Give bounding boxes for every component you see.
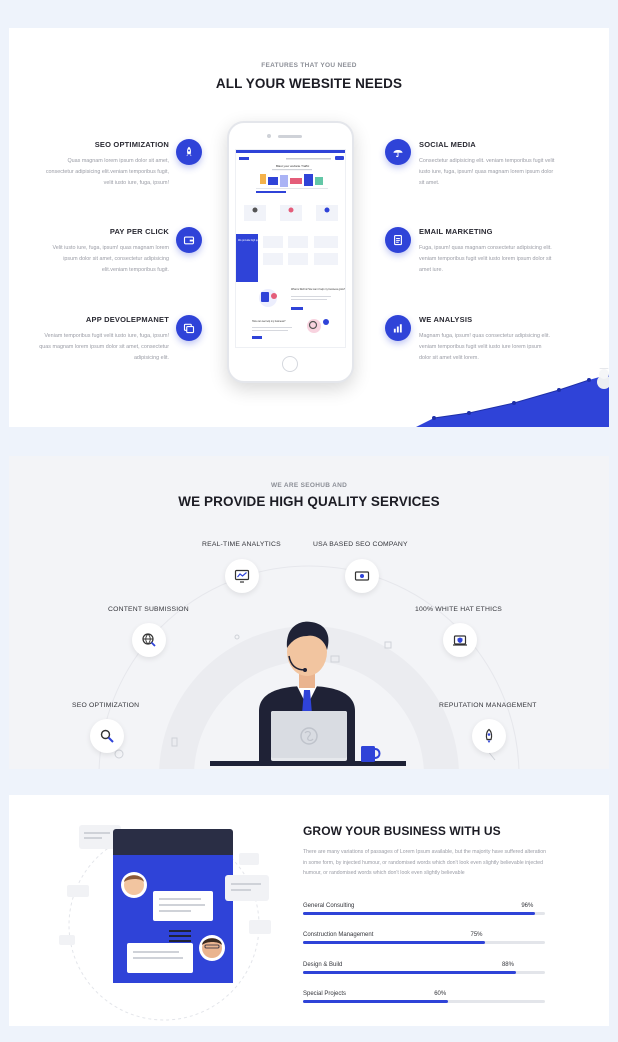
feature-desc: Magnam fuga, ipsum! quas consectetur adi… bbox=[419, 333, 550, 361]
globe-search-icon[interactable] bbox=[132, 623, 166, 657]
rocket-icon bbox=[597, 368, 609, 389]
preview-seo-title: How can we help my business? bbox=[252, 320, 286, 323]
progress-track bbox=[303, 941, 545, 944]
progress-value: 96% bbox=[521, 903, 534, 909]
phone-home-button bbox=[282, 356, 298, 372]
progress-label: General Consulting bbox=[303, 903, 355, 909]
progress-label: Construction Management bbox=[303, 932, 374, 938]
features-section: FEATURES THAT YOU NEED ALL YOUR WEBSITE … bbox=[9, 28, 609, 427]
feature-pay-per-click: PAY PER CLICK Velit iusto iure, fuga, ip… bbox=[9, 227, 169, 275]
progress-value: 88% bbox=[501, 962, 514, 968]
service-label: CONTENT SUBMISSION bbox=[108, 606, 189, 613]
progress-fill bbox=[303, 941, 485, 944]
progress-value: 75% bbox=[470, 932, 483, 938]
feature-email-marketing: EMAIL MARKETING Fuga, ipsum! quas magnam… bbox=[419, 227, 579, 275]
shield-laptop-icon[interactable] bbox=[443, 623, 477, 657]
progress-fill bbox=[303, 912, 536, 915]
progress-value: 60% bbox=[434, 991, 447, 997]
progress-item: General Consulting 96% bbox=[303, 903, 545, 915]
service-label: REPUTATION MANAGEMENT bbox=[439, 702, 537, 709]
feature-desc: Veniam temporibus fugit velit iusto iure… bbox=[39, 333, 169, 361]
feature-desc: Quas magnam lorem ipsum dolor sit amet, … bbox=[45, 158, 169, 186]
wallet-icon bbox=[176, 227, 202, 253]
feature-desc: Fuga, ipsum! quas magnam consectetur adi… bbox=[419, 245, 552, 273]
feature-title: APP DEVOLEPMANET bbox=[85, 315, 169, 324]
money-icon[interactable] bbox=[345, 559, 379, 593]
service-label: SEO OPTIMIZATION bbox=[72, 702, 140, 709]
feature-we-analysis: WE ANALYSIS Magnam fuga, ipsum! quas con… bbox=[419, 315, 579, 363]
app-window-icon bbox=[176, 315, 202, 341]
progress-track bbox=[303, 912, 545, 915]
chat-illustration bbox=[59, 825, 271, 1021]
feature-title: SOCIAL MEDIA bbox=[419, 140, 476, 149]
document-icon bbox=[385, 227, 411, 253]
phone-screen: Blast your website Traffic We provide hi… bbox=[235, 149, 346, 348]
magnifier-icon[interactable] bbox=[90, 719, 124, 753]
bar-chart-icon bbox=[385, 315, 411, 341]
progress-track bbox=[303, 1000, 545, 1003]
progress-fill bbox=[303, 1000, 449, 1003]
features-eyebrow: FEATURES THAT YOU NEED bbox=[261, 62, 357, 69]
rocket-icon[interactable] bbox=[472, 719, 506, 753]
services-section: WE ARE SEOHUB AND WE PROVIDE HIGH QUALIT… bbox=[9, 456, 609, 769]
website-preview: Blast your website Traffic We provide hi… bbox=[236, 150, 346, 339]
progress-item: Special Projects 60% bbox=[303, 991, 545, 1003]
feature-desc: Consectetur adipisicing elit. veniam tem… bbox=[419, 158, 555, 186]
preview-analysis-title: What is SEO & How can it help my busines… bbox=[291, 288, 346, 291]
features-heading: ALL YOUR WEBSITE NEEDS bbox=[215, 76, 403, 91]
phone-mockup: Blast your website Traffic We provide hi… bbox=[227, 121, 354, 383]
grow-title: GROW YOUR BUSINESS WITH US bbox=[303, 824, 501, 838]
progress-item: Design & Build 88% bbox=[303, 962, 545, 974]
progress-item: Construction Management 75% bbox=[303, 932, 545, 944]
phone-speaker bbox=[278, 135, 302, 138]
phone-camera bbox=[267, 134, 271, 138]
feature-desc: Velit iusto iure, fuga, ipsum! quas magn… bbox=[52, 245, 169, 273]
service-label: USA BASED SEO COMPANY bbox=[313, 541, 408, 548]
feature-seo-optimization: SEO OPTIMIZATION Quas magnam lorem ipsum… bbox=[9, 140, 169, 188]
grow-text: There are many variations of passages of… bbox=[303, 849, 546, 876]
service-label: REAL-TIME ANALYTICS bbox=[202, 541, 281, 548]
rocket-icon bbox=[176, 139, 202, 165]
growth-mountain-illustration bbox=[416, 368, 609, 427]
feature-social-media: SOCIAL MEDIA Consectetur adipisicing eli… bbox=[419, 140, 579, 188]
feature-title: PAY PER CLICK bbox=[109, 227, 169, 236]
umbrella-icon bbox=[385, 139, 411, 165]
feature-app-development: APP DEVOLEPMANET Veniam temporibus fugit… bbox=[9, 315, 169, 363]
progress-label: Special Projects bbox=[303, 991, 347, 997]
feature-title: WE ANALYSIS bbox=[419, 315, 473, 324]
preview-hero-title: Blast your website Traffic bbox=[276, 164, 310, 168]
feature-title: EMAIL MARKETING bbox=[419, 227, 493, 236]
monitor-chart-icon[interactable] bbox=[225, 559, 259, 593]
grow-section: GROW YOUR BUSINESS WITH US There are man… bbox=[9, 795, 609, 1026]
service-label: 100% WHITE HAT ETHICS bbox=[415, 606, 503, 613]
feature-title: SEO OPTIMIZATION bbox=[94, 140, 169, 149]
progress-fill bbox=[303, 971, 516, 974]
progress-track bbox=[303, 971, 545, 974]
